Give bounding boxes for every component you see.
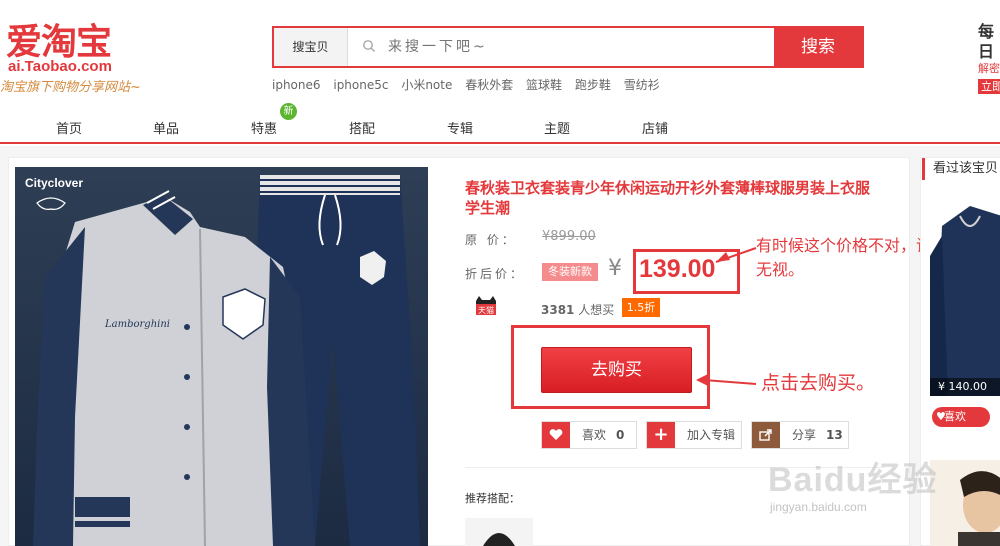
svg-text:Lamborghini: Lamborghini bbox=[104, 319, 170, 330]
want-text: 人想买 bbox=[578, 303, 615, 317]
product-title[interactable]: 春秋装卫衣套装青少年休闲运动开衫外套薄棒球服男装上衣服学生潮 bbox=[465, 178, 870, 218]
recommend-thumbnail[interactable] bbox=[465, 518, 533, 546]
want-count: 3381 人想买 bbox=[541, 301, 614, 318]
promo-subtitle: 解密 bbox=[978, 62, 1000, 75]
sidebar-like-label: 喜欢 bbox=[944, 410, 966, 423]
tmall-text: 天猫 bbox=[478, 305, 494, 315]
search-category[interactable]: 搜宝贝 bbox=[274, 28, 348, 66]
sidebar-product-image-2[interactable] bbox=[930, 460, 1000, 546]
hot-word[interactable]: 跑步鞋 bbox=[575, 78, 611, 92]
baidu-watermark-url: jingyan.baidu.com bbox=[770, 500, 867, 514]
heart-icon bbox=[542, 422, 570, 448]
promo-button[interactable]: 立即 bbox=[978, 79, 1000, 94]
like-count: 0 bbox=[616, 428, 625, 442]
nav-item-match[interactable]: 搭配 bbox=[349, 118, 375, 137]
buy-button[interactable]: 去购买 bbox=[541, 347, 692, 393]
search-input[interactable] bbox=[348, 28, 774, 66]
nav-item-single[interactable]: 单品 bbox=[153, 118, 179, 137]
sidebar-title: 看过该宝贝 bbox=[922, 158, 1000, 180]
sidebar-product-illustration bbox=[930, 206, 1000, 396]
share-icon bbox=[752, 422, 780, 448]
search-button[interactable]: 搜索 bbox=[774, 28, 862, 66]
nav-item-deals[interactable]: 特惠 bbox=[251, 118, 277, 137]
recommend-label: 推荐搭配： bbox=[465, 492, 520, 505]
sale-tag: 冬装新款 bbox=[542, 263, 598, 281]
sidebar-item-price: ¥ 140.00 bbox=[930, 378, 1000, 396]
brand-emblem-icon bbox=[36, 197, 66, 210]
hot-word[interactable]: iphone6 bbox=[272, 78, 321, 92]
tmall-cat-icon: 天猫 bbox=[476, 296, 496, 315]
tmall-logo: 天猫 bbox=[473, 295, 499, 317]
baidu-watermark: Baidu经验 bbox=[768, 461, 938, 499]
add-to-album-button[interactable]: + 加入专辑 bbox=[646, 421, 742, 449]
share-button[interactable]: 分享 13 bbox=[751, 421, 849, 449]
orig-price: ¥899.00 bbox=[542, 229, 596, 244]
nav-item-shop[interactable]: 店铺 bbox=[642, 118, 668, 137]
like-label: 喜欢 0 bbox=[582, 428, 625, 442]
nav-item-home[interactable]: 首页 bbox=[56, 118, 82, 137]
logo-main[interactable]: 爱淘宝 bbox=[6, 22, 112, 62]
hot-words: iphone6 iphone5c 小米note 春秋外套 篮球鞋 跑步鞋 雪纺衫 bbox=[272, 76, 669, 93]
promo-title: 每日 bbox=[978, 22, 995, 61]
recommend-image bbox=[483, 533, 515, 546]
nav-item-album[interactable]: 专辑 bbox=[447, 118, 473, 137]
hot-word[interactable]: 篮球鞋 bbox=[526, 78, 562, 92]
orig-price-label: 原 价： bbox=[465, 233, 517, 247]
new-badge: 新 bbox=[280, 103, 297, 120]
hot-word[interactable]: 雪纺衫 bbox=[624, 78, 660, 92]
hot-word[interactable]: iphone5c bbox=[333, 78, 388, 92]
sidebar-product-illustration-2 bbox=[958, 471, 1000, 546]
logo-domain[interactable]: ai.Taobao.com bbox=[8, 58, 112, 75]
sale-price-label: 折后价： bbox=[465, 267, 526, 281]
image-brand: Cityclover bbox=[25, 176, 83, 190]
page: 爱淘宝 ai.Taobao.com 淘宝旗下购物分享网站~ 搜宝贝 搜索 iph… bbox=[0, 0, 1000, 546]
product-illustration: Cityclover Lamborghini bbox=[25, 175, 420, 546]
nav-item-topic[interactable]: 主题 bbox=[544, 118, 570, 137]
plus-icon: + bbox=[647, 422, 675, 448]
search-box: 搜宝贝 搜索 bbox=[272, 26, 864, 68]
hot-word[interactable]: 春秋外套 bbox=[465, 78, 513, 92]
daily-promo[interactable]: 每日 解密 立即 bbox=[978, 22, 1000, 94]
hot-word[interactable]: 小米note bbox=[401, 78, 452, 92]
heart-icon: ♥ bbox=[936, 410, 946, 423]
buy-annotation: 点击去购买。 bbox=[761, 372, 876, 394]
logo-slogan: 淘宝旗下购物分享网站~ bbox=[0, 80, 141, 95]
like-button[interactable]: 喜欢 0 bbox=[541, 421, 637, 449]
price-annotation: 有时候这个价格不对，请无视。 bbox=[756, 236, 933, 279]
annotation-arrow-icon bbox=[715, 247, 757, 263]
sidebar-like-button[interactable]: ♥ 喜欢 bbox=[932, 407, 990, 427]
main-nav: 首页 单品 特惠 搭配 专辑 主题 店铺 bbox=[0, 112, 1000, 144]
annotation-arrow-icon bbox=[696, 374, 757, 386]
yen-sign: ¥ bbox=[608, 256, 622, 281]
want-number: 3381 bbox=[541, 303, 575, 317]
share-label: 分享 13 bbox=[792, 428, 843, 442]
discount-badge: 1.5折 bbox=[622, 298, 660, 317]
sidebar-product-image[interactable] bbox=[930, 196, 1000, 396]
product-image[interactable]: Cityclover Lamborghini bbox=[15, 167, 428, 546]
add-album-label: 加入专辑 bbox=[687, 428, 736, 442]
share-count: 13 bbox=[826, 428, 843, 442]
